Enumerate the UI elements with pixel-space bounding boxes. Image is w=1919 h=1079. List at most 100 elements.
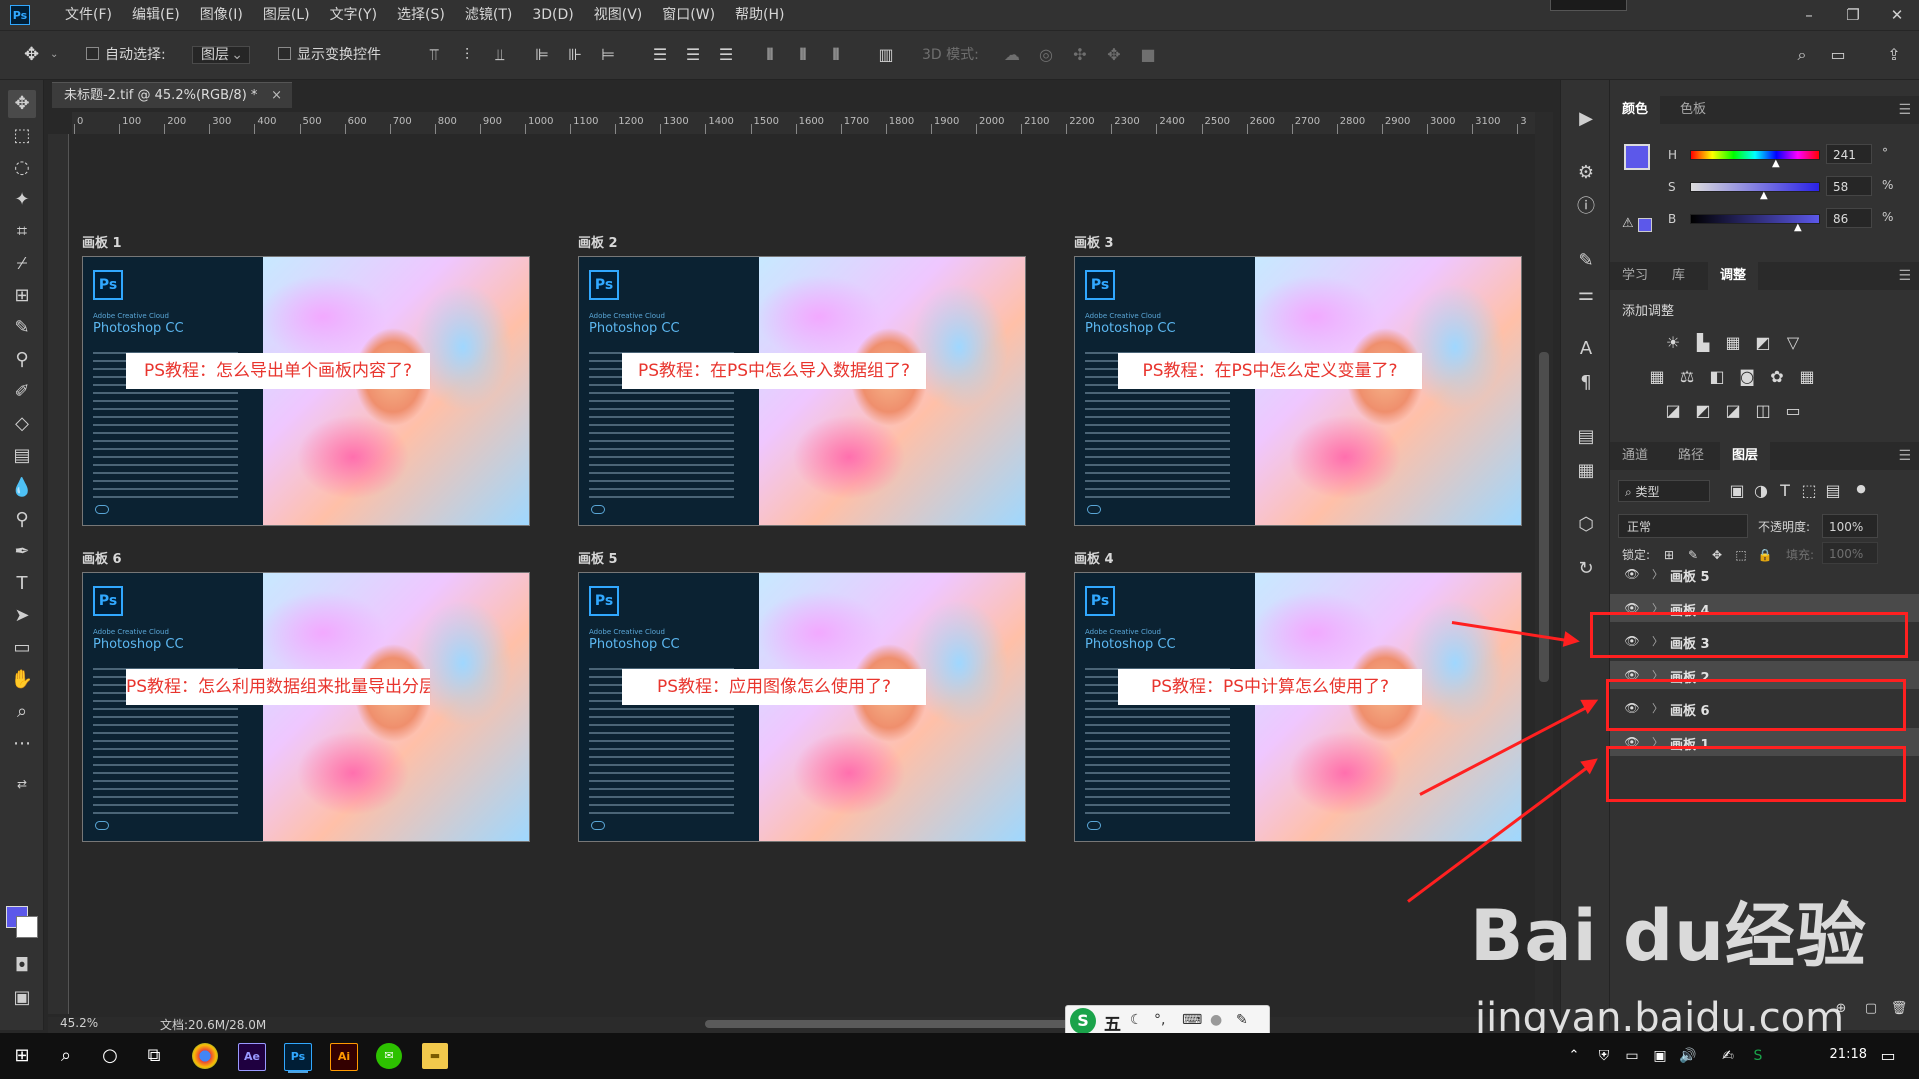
panel-menu-icon[interactable]: ☰ — [1898, 268, 1911, 284]
zoom-level[interactable]: 45.2% — [60, 1016, 98, 1030]
type-tool-icon[interactable]: T — [8, 570, 36, 598]
hue-value[interactable]: 241 — [1826, 144, 1872, 164]
3d-scale-icon[interactable]: ■ — [1138, 45, 1158, 65]
volume-icon[interactable]: 🔊 — [1674, 1042, 1702, 1070]
workspace-icon[interactable]: ▭ — [1828, 45, 1848, 65]
clock[interactable]: 21:18 — [1830, 1047, 1867, 1062]
brush-settings-icon[interactable]: ✎ — [1573, 248, 1599, 274]
gamut-warning-icon[interactable]: ⚠ — [1622, 216, 1634, 231]
artboard-label[interactable]: 画板 2 — [578, 232, 618, 251]
history-brush-tool-icon[interactable]: ✐ — [8, 378, 36, 406]
properties-icon[interactable]: ⚙ — [1573, 160, 1599, 186]
filter-adjust-icon[interactable]: ◑ — [1750, 480, 1772, 502]
tray-chevron-icon[interactable]: ⌃ — [1560, 1042, 1588, 1070]
canvas[interactable]: 画板 1 Ps Adobe Creative Cloud Photoshop CC PS… — [70, 134, 1535, 1014]
artboard[interactable]: Ps Adobe Creative Cloud Photoshop CC PS教程：怎… — [82, 256, 530, 526]
tutorial-banner[interactable]: PS教程：在PS中怎么定义变量了? — [1118, 353, 1422, 389]
blur-tool-icon[interactable]: 💧 — [8, 474, 36, 502]
restore-button[interactable]: ❐ — [1831, 0, 1875, 30]
horizontal-scrollbar[interactable] — [345, 1017, 1535, 1031]
delete-layer-icon[interactable]: 🗑 — [1888, 998, 1910, 1020]
saturation-slider-handle[interactable]: ▲ — [1760, 190, 1768, 201]
brush-tool-icon[interactable]: ✎ — [8, 314, 36, 342]
exposure-icon[interactable]: ◩ — [1752, 332, 1774, 354]
paragraph-icon[interactable]: ¶ — [1573, 370, 1599, 396]
character-icon[interactable]: A — [1573, 336, 1599, 362]
artboard[interactable]: Ps Adobe Creative Cloud Photoshop CC PS教程：应… — [578, 572, 1026, 842]
close-button[interactable]: ✕ — [1875, 0, 1919, 30]
network-icon[interactable]: ▣ — [1646, 1042, 1674, 1070]
menu-type[interactable]: 文字(Y) — [320, 0, 387, 30]
tab-paths[interactable]: 路径 — [1666, 442, 1716, 470]
filter-type-icon[interactable]: T — [1774, 480, 1796, 502]
chrome-app-icon[interactable] — [192, 1043, 218, 1069]
pen-icon[interactable]: ✍ — [1714, 1042, 1742, 1070]
new-artboard-icon[interactable]: ▢ — [1860, 998, 1882, 1020]
rectangle-tool-icon[interactable]: ▭ — [8, 634, 36, 662]
menu-select[interactable]: 选择(S) — [387, 0, 455, 30]
crop-tool-icon[interactable]: ⌗ — [8, 218, 36, 246]
expand-chevron-icon[interactable]: 〉 — [1652, 566, 1663, 582]
pen-tool-icon[interactable]: ✒ — [8, 538, 36, 566]
lasso-tool-icon[interactable]: ◌ — [8, 154, 36, 182]
move-tool-icon[interactable]: ✥ — [8, 90, 36, 118]
hue-slider-handle[interactable]: ▲ — [1772, 158, 1780, 169]
search-icon[interactable]: ⌕ — [1792, 45, 1812, 65]
gradient-map-icon[interactable]: ▭ — [1782, 400, 1804, 422]
adjust-sliders-icon[interactable]: ⚌ — [1573, 282, 1599, 308]
swap-colors-icon[interactable]: ⇄ — [8, 770, 36, 798]
blend-mode-select[interactable]: 正常 — [1618, 514, 1748, 538]
artboard-label[interactable]: 画板 6 — [82, 548, 122, 567]
hue-slider[interactable] — [1690, 150, 1820, 160]
distribute-top-icon[interactable]: ☰ — [650, 45, 670, 65]
punctuation-icon[interactable]: °, — [1154, 1012, 1165, 1028]
invert-icon[interactable]: ◪ — [1662, 400, 1684, 422]
gamut-swatch[interactable] — [1638, 218, 1652, 232]
keyboard-icon[interactable]: ⌨ — [1182, 1012, 1202, 1028]
task-view-icon[interactable]: ⧉ — [140, 1042, 168, 1070]
wrench-icon[interactable]: ✎ — [1236, 1012, 1248, 1028]
menu-filter[interactable]: 滤镜(T) — [455, 0, 522, 30]
artboard[interactable]: Ps Adobe Creative Cloud Photoshop CC PS教程：在… — [578, 256, 1026, 526]
hue-saturation-icon[interactable]: ▦ — [1646, 366, 1668, 388]
3d-slide-icon[interactable]: ✥ — [1104, 45, 1124, 65]
auto-select-target-select[interactable]: 图层 — [192, 46, 250, 64]
filter-smart-icon[interactable]: ▤ — [1822, 480, 1844, 502]
distribute-bottom-icon[interactable]: ☰ — [716, 45, 736, 65]
color-foreground-swatch[interactable] — [1624, 144, 1650, 170]
screen-mode-icon[interactable]: ▣ — [8, 984, 36, 1012]
filter-toggle-icon[interactable]: ● — [1850, 478, 1872, 500]
photo-filter-icon[interactable]: ◙ — [1736, 366, 1758, 388]
tool-preset-chevron-icon[interactable]: ⌄ — [50, 43, 58, 67]
distribute-left-icon[interactable]: ⫴ — [760, 45, 780, 65]
horizontal-scroll-thumb[interactable] — [705, 1020, 1085, 1028]
tutorial-banner[interactable]: PS教程：怎么导出单个画板内容了? — [126, 353, 430, 389]
tutorial-banner[interactable]: PS教程：PS中计算怎么使用了? — [1118, 669, 1422, 705]
vibrance-icon[interactable]: ▽ — [1782, 332, 1804, 354]
stamp-tool-icon[interactable]: ⚲ — [8, 346, 36, 374]
posterize-icon[interactable]: ◩ — [1692, 400, 1714, 422]
layer-filter-select[interactable]: ⌕ 类型 — [1618, 480, 1710, 502]
3d-pan-icon[interactable]: ✣ — [1070, 45, 1090, 65]
illustrator-app-icon[interactable]: Ai — [330, 1043, 358, 1071]
tab-color[interactable]: 颜色 — [1610, 96, 1661, 124]
brightness-slider-handle[interactable]: ▲ — [1794, 222, 1802, 233]
filter-pixel-icon[interactable]: ▣ — [1726, 480, 1748, 502]
play-actions-icon[interactable]: ▶ — [1573, 106, 1599, 132]
photoshop-app-icon[interactable]: Ps — [284, 1043, 312, 1071]
document-tab[interactable]: 未标题-2.tif @ 45.2%(RGB/8) * × — [52, 82, 292, 108]
panel-menu-icon[interactable]: ☰ — [1898, 448, 1911, 464]
brightness-contrast-icon[interactable]: ☀ — [1662, 332, 1684, 354]
ime-mode[interactable]: 五 — [1104, 1010, 1121, 1035]
user-icon[interactable]: ● — [1210, 1012, 1222, 1028]
panel-menu-icon[interactable]: ☰ — [1898, 102, 1911, 118]
color-balance-icon[interactable]: ⚖ — [1676, 366, 1698, 388]
background-color-swatch[interactable] — [16, 916, 38, 938]
history-icon[interactable]: ↻ — [1573, 556, 1599, 582]
visibility-eye-icon[interactable]: 👁 — [1624, 566, 1640, 582]
tab-layers[interactable]: 图层 — [1720, 442, 1771, 470]
horizontal-ruler[interactable]: 0 100 200 300 400 500 600 700 800 900 1000 1100 1200… — [72, 112, 1552, 135]
hand-tool-icon[interactable]: ✋ — [8, 666, 36, 694]
security-shield-icon[interactable]: ⛨ — [1590, 1042, 1618, 1070]
selective-color-icon[interactable]: ◫ — [1752, 400, 1774, 422]
